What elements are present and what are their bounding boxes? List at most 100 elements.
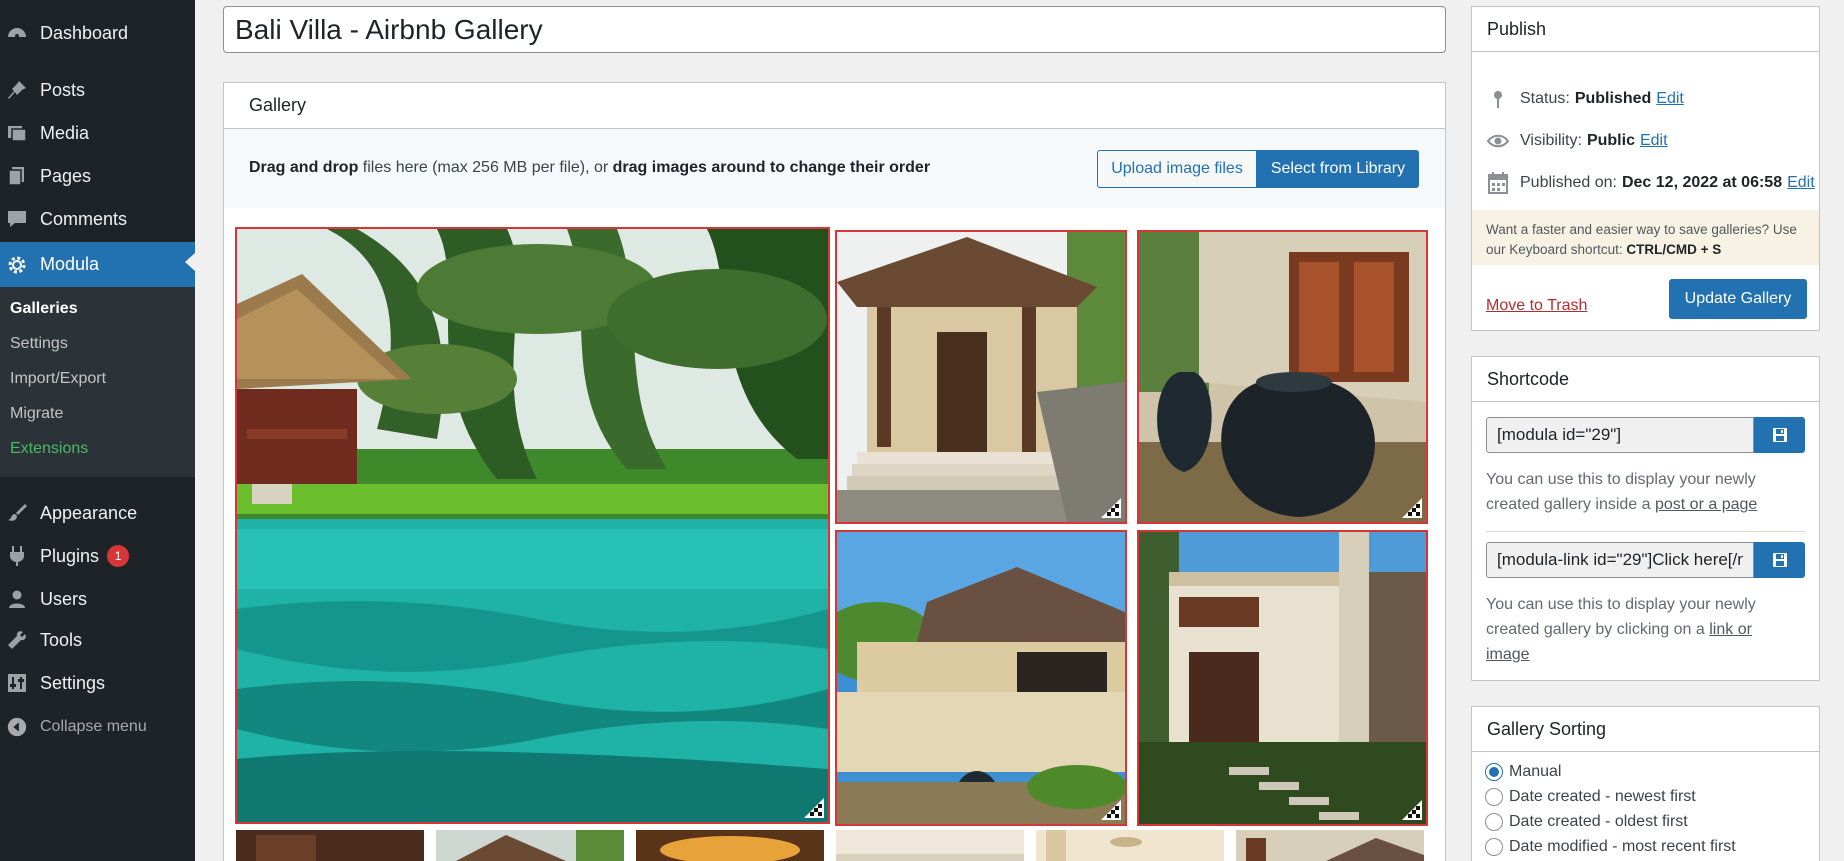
sort-option-label: Date created - newest first	[1509, 788, 1696, 805]
gallery-thumbnail[interactable]	[1036, 830, 1224, 861]
published-label: Published on:	[1520, 174, 1617, 191]
select-from-library-button[interactable]: Select from Library	[1257, 150, 1419, 188]
submenu-import-export[interactable]: Import/Export	[10, 370, 106, 388]
menu-item-comments[interactable]: Comments	[0, 199, 195, 239]
sort-option-date-created-oldest[interactable]: Date created - oldest first	[1485, 813, 1688, 831]
sort-option-date-modified-recent[interactable]: Date modified - most recent first	[1485, 838, 1736, 856]
edit-visibility-link[interactable]: Edit	[1640, 132, 1668, 150]
edit-status-link[interactable]: Edit	[1656, 90, 1684, 108]
menu-item-appearance[interactable]: Appearance	[0, 493, 195, 533]
gate-house-image	[837, 232, 1125, 522]
copy-link-shortcode-button[interactable]	[1754, 542, 1805, 578]
sort-option-date-created-newest[interactable]: Date created - newest first	[1485, 788, 1696, 806]
collapse-menu-button[interactable]: Collapse menu	[0, 707, 195, 747]
comment-icon	[4, 206, 30, 232]
resize-handle-icon[interactable]	[1101, 498, 1121, 518]
tip-shortcut: CTRL/CMD + S	[1626, 242, 1722, 257]
gallery-thumbnail[interactable]	[1236, 830, 1424, 861]
villa-hut-image	[837, 532, 1125, 824]
shortcode-title: Shortcode	[1472, 357, 1819, 402]
move-to-trash-link[interactable]: Move to Trash	[1486, 297, 1587, 315]
gallery-thumbnail[interactable]	[436, 830, 624, 861]
update-count-badge: 1	[107, 545, 130, 567]
menu-label: Settings	[40, 672, 106, 693]
menu-item-tools[interactable]: Tools	[0, 620, 195, 660]
submenu-settings[interactable]: Settings	[10, 335, 68, 353]
admin-sidebar: Dashboard Posts Media Pages Comments Mod…	[0, 0, 195, 861]
gallery-sorting-box: Gallery Sorting Manual Date created - ne…	[1471, 706, 1820, 861]
menu-label: Pages	[40, 165, 92, 186]
link-shortcode-help-text: You can use this to display your newly c…	[1486, 592, 1786, 667]
sort-option-label: Date modified - most recent first	[1509, 838, 1736, 855]
menu-item-plugins[interactable]: Plugins 1	[0, 536, 195, 576]
radio-button[interactable]	[1485, 813, 1503, 831]
shortcode-input[interactable]	[1486, 417, 1754, 453]
copy-shortcode-button[interactable]	[1754, 417, 1805, 453]
thumbnail-image	[1036, 830, 1224, 861]
gallery-image-tile[interactable]	[1137, 530, 1428, 826]
sort-option-manual[interactable]: Manual	[1485, 763, 1561, 781]
publish-box: Publish Status: Published Edit Visibilit…	[1471, 6, 1820, 331]
gallery-panel-title: Gallery	[224, 83, 1445, 129]
menu-item-posts[interactable]: Posts	[0, 70, 195, 110]
gallery-panel: Gallery Drag and drop files here (max 25…	[223, 82, 1446, 861]
eye-icon	[1486, 129, 1510, 153]
gallery-thumbnail[interactable]	[636, 830, 824, 861]
menu-label: Appearance	[40, 502, 138, 523]
sort-option-label: Manual	[1509, 763, 1562, 780]
resize-handle-icon[interactable]	[1402, 800, 1422, 820]
link-shortcode-input[interactable]	[1486, 542, 1754, 578]
menu-label: Tools	[40, 629, 83, 650]
resize-handle-icon[interactable]	[804, 798, 824, 818]
menu-item-dashboard[interactable]: Dashboard	[0, 13, 195, 53]
menu-item-media[interactable]: Media	[0, 113, 195, 153]
sort-option-label: Date created - oldest first	[1509, 813, 1688, 830]
resize-handle-icon[interactable]	[1402, 498, 1422, 518]
publish-title: Publish	[1472, 7, 1819, 52]
visibility-row: Visibility: Public Edit	[1486, 129, 1668, 153]
post-or-page-link[interactable]: post or a page	[1655, 496, 1757, 513]
update-gallery-button[interactable]: Update Gallery	[1669, 279, 1807, 319]
reorder-label: drag images around to change their order	[612, 159, 931, 176]
gallery-image-tile[interactable]	[835, 530, 1127, 826]
edit-date-link[interactable]: Edit	[1787, 174, 1815, 192]
upload-bar: Drag and drop files here (max 256 MB per…	[224, 129, 1445, 208]
drag-drop-label: Drag and drop	[249, 159, 359, 176]
menu-label: Modula	[40, 254, 100, 274]
brush-icon	[4, 500, 30, 526]
status-row: Status: Published Edit	[1486, 87, 1684, 111]
calendar-icon	[1486, 171, 1510, 195]
resize-handle-icon[interactable]	[1101, 800, 1121, 820]
menu-label: Posts	[40, 79, 86, 100]
save-icon	[1772, 428, 1787, 442]
pool-villa-image	[237, 229, 828, 822]
menu-item-pages[interactable]: Pages	[0, 156, 195, 196]
menu-item-settings[interactable]: Settings	[0, 663, 195, 703]
two-storey-villa-image	[1139, 532, 1426, 824]
upload-image-files-button[interactable]: Upload image files	[1097, 150, 1257, 188]
plug-icon	[4, 543, 30, 569]
gallery-thumbnail[interactable]	[836, 830, 1024, 861]
menu-label: Comments	[40, 208, 128, 229]
shortcode-help-text: You can use this to display your newly c…	[1486, 467, 1786, 517]
settings-icon	[4, 670, 30, 696]
gallery-image-tile[interactable]	[235, 227, 830, 824]
gallery-image-tile[interactable]	[835, 230, 1127, 524]
radio-button[interactable]	[1485, 788, 1503, 806]
thumbnail-image	[236, 830, 424, 861]
pin-icon	[4, 77, 30, 103]
gallery-thumbnail[interactable]	[236, 830, 424, 861]
menu-item-modula[interactable]: Modula	[0, 242, 195, 287]
pin-icon	[1486, 87, 1510, 111]
divider	[1486, 531, 1806, 532]
submenu-extensions[interactable]: Extensions	[10, 440, 88, 458]
status-value: Published	[1574, 90, 1652, 107]
radio-button[interactable]	[1485, 838, 1503, 856]
gallery-title-input[interactable]	[223, 6, 1446, 53]
gallery-image-tile[interactable]	[1137, 230, 1428, 524]
radio-button[interactable]	[1485, 763, 1503, 781]
submenu-galleries[interactable]: Galleries	[10, 300, 78, 318]
submenu-migrate[interactable]: Migrate	[10, 405, 63, 423]
menu-label: Dashboard	[40, 22, 129, 43]
menu-item-users[interactable]: Users	[0, 579, 195, 619]
